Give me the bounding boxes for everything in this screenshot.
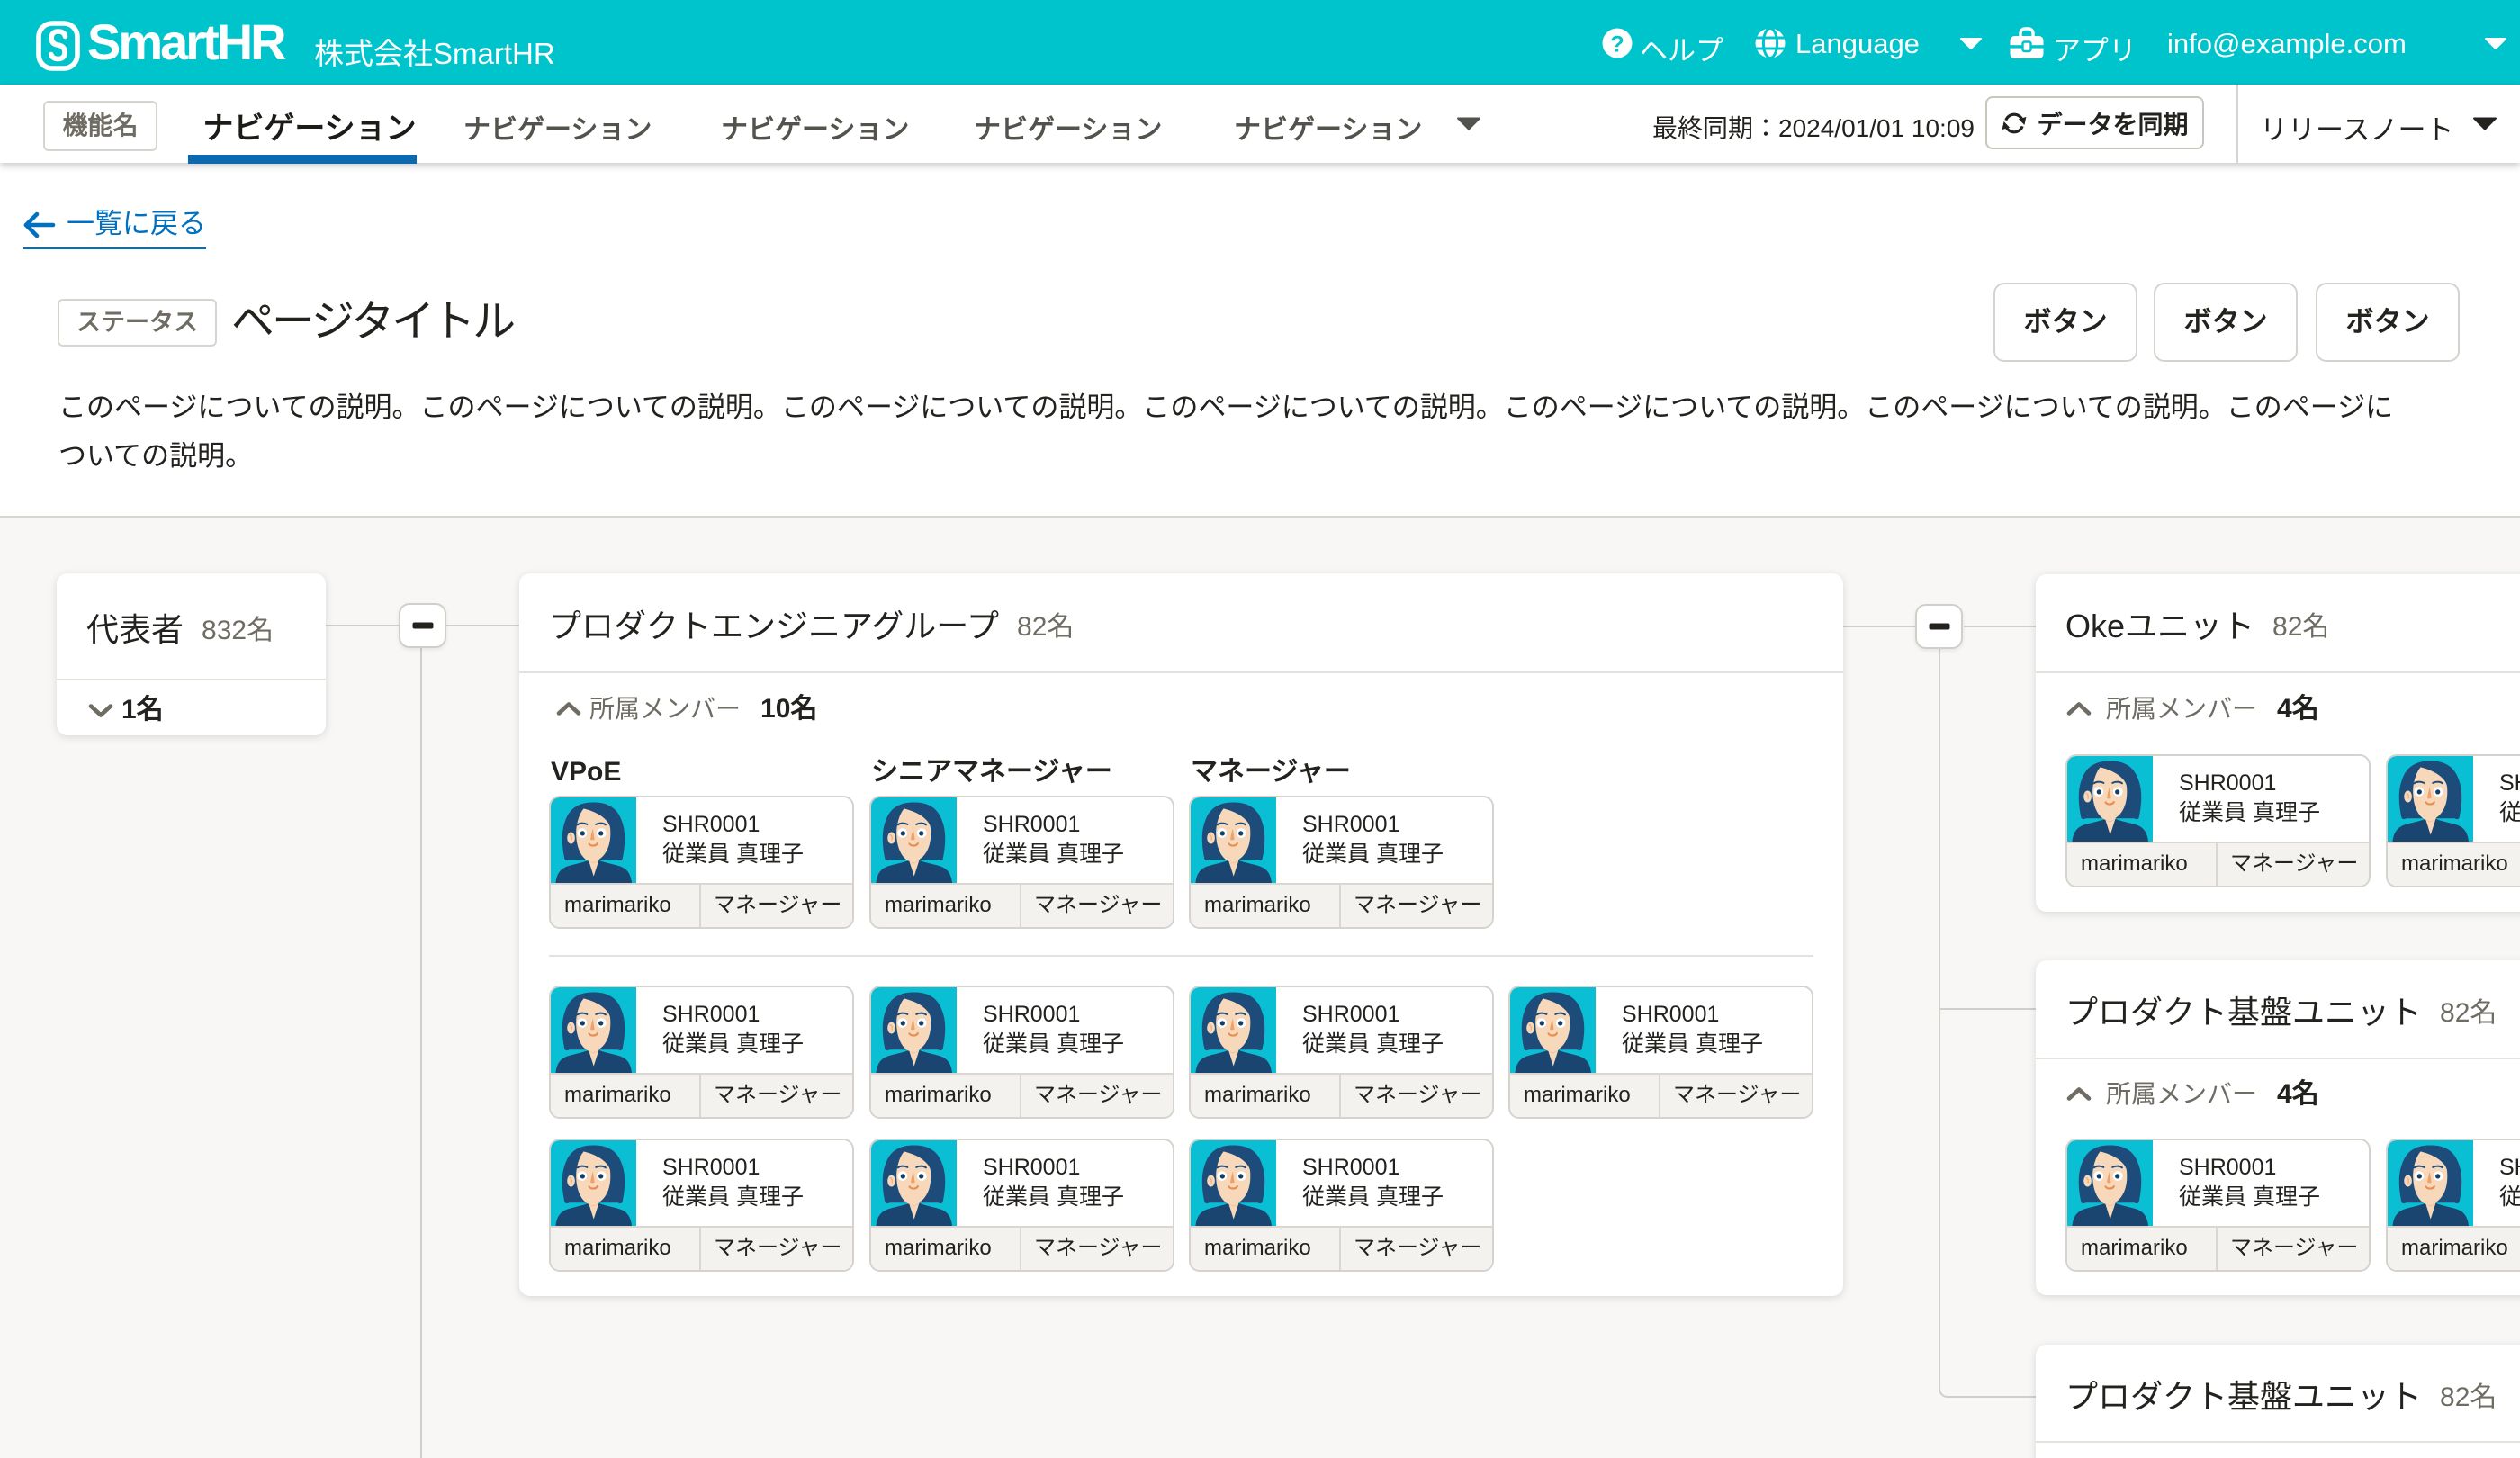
svg-text:?: ? <box>1610 32 1624 58</box>
